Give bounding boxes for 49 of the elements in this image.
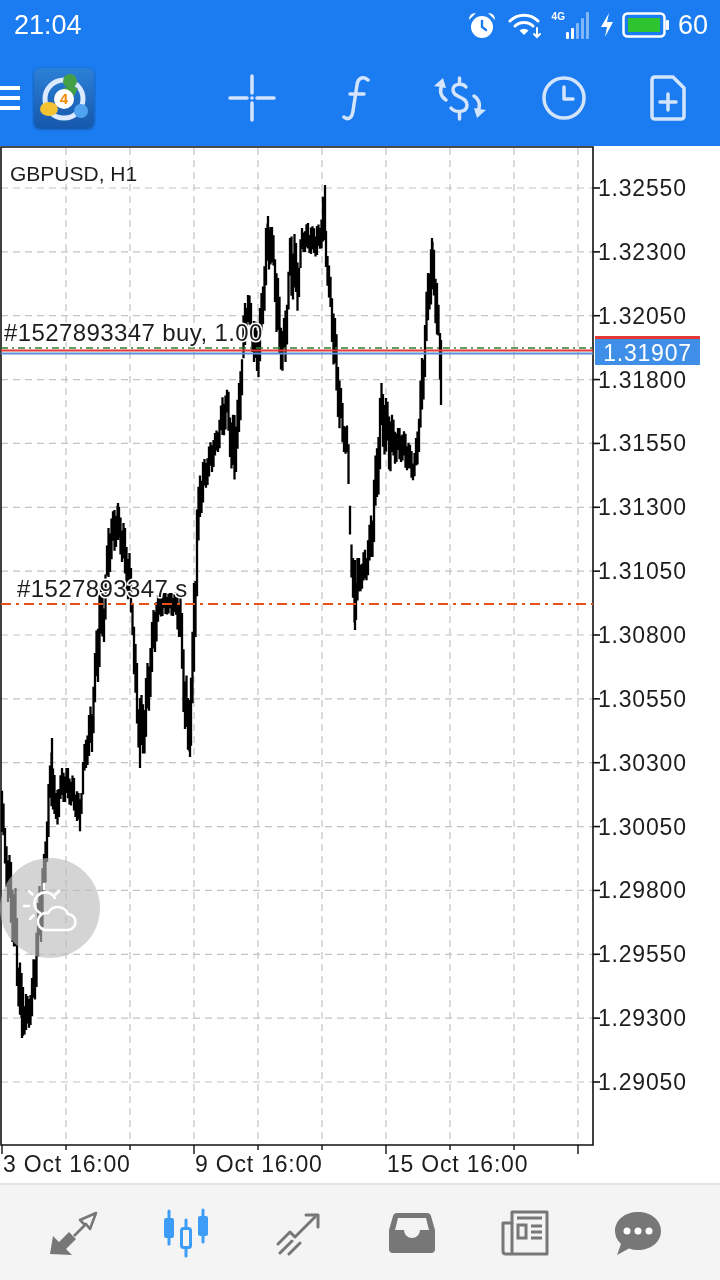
price-axis-label: 1.32550 <box>598 175 687 201</box>
wifi-icon <box>507 11 542 39</box>
nav-tab[interactable] <box>387 1210 436 1255</box>
status-time: 21:04 <box>14 11 82 39</box>
chat-bubble-icon <box>613 1209 662 1256</box>
timeframe-button[interactable] <box>541 75 587 121</box>
indicators-button[interactable] <box>341 75 371 121</box>
current-price-tag: 1.31907 <box>595 336 700 366</box>
price-axis-label: 1.32300 <box>598 238 687 265</box>
price-axis-label: 1.30300 <box>598 749 687 776</box>
battery-icon <box>621 12 670 38</box>
logo-badge: 4 <box>54 89 74 109</box>
time-axis-label: 3 Oct 16:00 <box>3 1151 131 1177</box>
price-axis-label: 1.31050 <box>598 558 687 585</box>
nav-tab[interactable] <box>47 1210 98 1255</box>
clock-icon <box>541 75 587 121</box>
crosshair-button[interactable] <box>228 74 276 122</box>
newspaper-icon <box>499 1208 550 1257</box>
alarm-clock-icon <box>467 11 496 39</box>
signal-bars-icon <box>565 11 590 39</box>
price-axis-label: 1.29300 <box>598 1005 687 1032</box>
price-axis-label: 1.29050 <box>598 1069 687 1095</box>
double-arrow-icon <box>47 1210 98 1255</box>
charging-bolt-icon <box>599 13 614 37</box>
time-axis-label: 9 Oct 16:00 <box>195 1151 323 1177</box>
price-axis-label: 1.30550 <box>598 685 687 712</box>
chart-symbol-title: GBPUSD, H1 <box>10 161 138 185</box>
price-axis-label: 1.29550 <box>598 941 687 968</box>
add-document-icon <box>649 74 687 122</box>
price-axis-label: 1.30800 <box>598 622 687 648</box>
new-document-button[interactable] <box>649 74 687 122</box>
menu-icon <box>0 85 20 111</box>
sun-cloud-icon <box>22 882 78 934</box>
price-axis-label: 1.31550 <box>598 430 687 457</box>
nav-tab[interactable] <box>499 1208 550 1257</box>
network-type-label: 4G <box>551 12 565 22</box>
crosshair-icon <box>228 74 276 122</box>
time-axis-label: 15 Oct 16:00 <box>387 1151 529 1177</box>
price-axis-label: 1.30050 <box>598 813 687 840</box>
function-icon <box>341 75 371 121</box>
price-axis-label: 1.31800 <box>598 366 687 393</box>
price-axis-label: 1.29800 <box>598 877 687 904</box>
nav-tab[interactable] <box>613 1209 662 1256</box>
menu-button[interactable] <box>0 85 20 111</box>
price-axis-label: 1.31300 <box>598 494 687 521</box>
inbox-tray-icon <box>387 1210 436 1255</box>
battery-percent: 60 <box>677 11 708 39</box>
price-axis-label: 1.32050 <box>598 302 687 329</box>
app-logo[interactable]: 4 <box>34 68 94 128</box>
